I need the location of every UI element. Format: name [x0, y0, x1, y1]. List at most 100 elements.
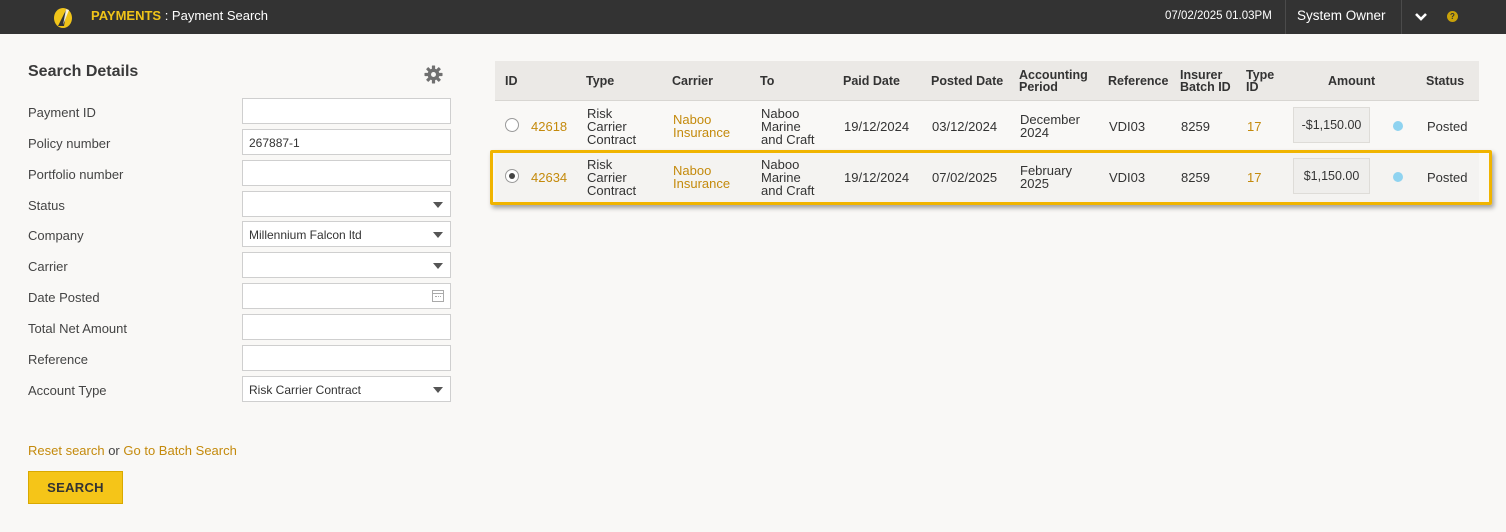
cell-line: and Craft [761, 182, 815, 198]
cell-line: 2024 [1020, 125, 1049, 140]
status-row: Status [28, 191, 452, 222]
total-net-amount-input[interactable] [242, 314, 451, 340]
batch-id-cell: 8259 [1181, 118, 1210, 134]
batch-search-link[interactable]: Go to Batch Search [123, 443, 236, 458]
date-posted-input[interactable] [242, 283, 451, 309]
dropdown-caret-icon [433, 232, 443, 238]
cell-line: 2025 [1020, 176, 1049, 191]
page-title: Payment Search [171, 8, 269, 23]
header-divider [1285, 0, 1286, 34]
current-datetime: 07/02/2025 01.03PM [1165, 10, 1272, 22]
payment-id-link[interactable]: 42618 [531, 101, 567, 151]
payment-id-input[interactable] [242, 98, 451, 124]
column-header-accounting-period[interactable]: Accounting Period [1019, 61, 1088, 101]
row-select-radio[interactable] [505, 118, 519, 132]
row-select-radio[interactable] [505, 169, 519, 183]
search-button[interactable]: SEARCH [28, 471, 123, 504]
date-posted-row: Date Posted [28, 283, 452, 314]
column-header-to[interactable]: To [760, 61, 774, 101]
or-text: or [104, 443, 124, 458]
table-row[interactable]: 42618 Risk Carrier Contract Naboo Insurance… [495, 101, 1479, 151]
column-header-id[interactable]: ID [505, 61, 518, 101]
header-line: ID [1246, 80, 1259, 94]
status-dot-icon [1393, 172, 1403, 182]
account-type-row: Account Type Risk Carrier Contract [28, 376, 452, 407]
total-net-amount-row: Total Net Amount [28, 314, 452, 345]
to-cell: Naboo Marine and Craft [761, 101, 814, 151]
header-line: Batch ID [1180, 80, 1231, 94]
amount-cell: $1,150.00 [1293, 158, 1370, 194]
policy-number-label: Policy number [28, 136, 111, 151]
total-net-amount-label: Total Net Amount [28, 321, 127, 336]
portfolio-number-input[interactable] [242, 160, 451, 186]
carrier-label: Carrier [28, 259, 68, 274]
dropdown-caret-icon [433, 387, 443, 393]
company-row: Company Millennium Falcon ltd [28, 221, 452, 252]
account-type-label: Account Type [28, 383, 107, 398]
module-name[interactable]: PAYMENTS [91, 8, 161, 23]
posted-date-cell: 07/02/2025 [932, 169, 998, 185]
status-cell: Posted [1427, 118, 1468, 134]
search-links: Reset search or Go to Batch Search [28, 443, 237, 458]
account-type-select[interactable]: Risk Carrier Contract [242, 376, 451, 402]
column-header-type[interactable]: Type [586, 61, 614, 101]
policy-number-row: Policy number 267887-1 [28, 129, 452, 160]
status-select[interactable] [242, 191, 451, 217]
dropdown-caret-icon [433, 202, 443, 208]
status-cell: Posted [1427, 169, 1468, 185]
status-dot-icon [1393, 121, 1403, 131]
company-select[interactable]: Millennium Falcon ltd [242, 221, 451, 247]
status-label: Status [28, 198, 65, 213]
reference-label: Reference [28, 352, 88, 367]
gear-icon[interactable] [424, 65, 443, 84]
cell-line: Insurance [673, 176, 731, 191]
type-id-link[interactable]: 17 [1247, 101, 1261, 151]
type-id-link[interactable]: 17 [1247, 152, 1261, 202]
reference-cell: VDI03 [1109, 118, 1146, 134]
portfolio-number-row: Portfolio number [28, 160, 452, 191]
payment-id-link[interactable]: 42634 [531, 152, 567, 202]
column-header-posted-date[interactable]: Posted Date [931, 61, 1003, 101]
calendar-icon[interactable] [432, 290, 444, 302]
header-divider [1401, 0, 1402, 34]
carrier-link[interactable]: Naboo Insurance [673, 101, 730, 151]
payment-id-row: Payment ID [28, 98, 452, 129]
amount-cell: -$1,150.00 [1293, 107, 1370, 143]
column-header-amount[interactable]: Amount [1328, 61, 1375, 101]
portfolio-number-label: Portfolio number [28, 167, 124, 182]
column-header-paid-date[interactable]: Paid Date [843, 61, 900, 101]
table-row[interactable]: 42634 Risk Carrier Contract Naboo Insurance… [495, 152, 1479, 202]
column-header-type-id[interactable]: Type ID [1246, 61, 1274, 101]
column-header-reference[interactable]: Reference [1108, 61, 1168, 101]
help-icon[interactable]: ? [1447, 11, 1458, 22]
accounting-period-cell: December 2024 [1020, 101, 1080, 151]
carrier-link[interactable]: Naboo Insurance [673, 152, 730, 202]
carrier-select[interactable] [242, 252, 451, 278]
user-menu[interactable]: System Owner [1297, 8, 1386, 23]
company-select-value: Millennium Falcon ltd [249, 228, 362, 242]
table-header: ID Type Carrier To Paid Date Posted Date… [495, 61, 1479, 101]
reference-input[interactable] [242, 345, 451, 371]
company-label: Company [28, 228, 84, 243]
paid-date-cell: 19/12/2024 [844, 169, 910, 185]
account-type-select-value: Risk Carrier Contract [249, 383, 362, 397]
date-posted-label: Date Posted [28, 290, 100, 305]
search-details-title: Search Details [28, 63, 139, 80]
page-breadcrumb: PAYMENTS : Payment Search [91, 8, 268, 23]
type-cell: Risk Carrier Contract [587, 101, 636, 151]
reference-cell: VDI03 [1109, 169, 1146, 185]
top-bar: PAYMENTS : Payment Search 07/02/2025 01.… [0, 0, 1506, 34]
cell-line: Insurance [673, 125, 731, 140]
cell-line: Contract [587, 182, 637, 198]
app-logo-icon[interactable] [52, 5, 74, 29]
dropdown-caret-icon [433, 263, 443, 269]
policy-number-input[interactable]: 267887-1 [242, 129, 451, 155]
reset-search-link[interactable]: Reset search [28, 443, 105, 458]
batch-id-cell: 8259 [1181, 169, 1210, 185]
chevron-down-icon[interactable] [1414, 11, 1428, 23]
column-header-carrier[interactable]: Carrier [672, 61, 713, 101]
column-header-insurer-batch-id[interactable]: Insurer Batch ID [1180, 61, 1231, 101]
breadcrumb-separator: : [161, 8, 172, 23]
accounting-period-cell: February 2025 [1020, 152, 1072, 202]
column-header-status[interactable]: Status [1426, 61, 1464, 101]
